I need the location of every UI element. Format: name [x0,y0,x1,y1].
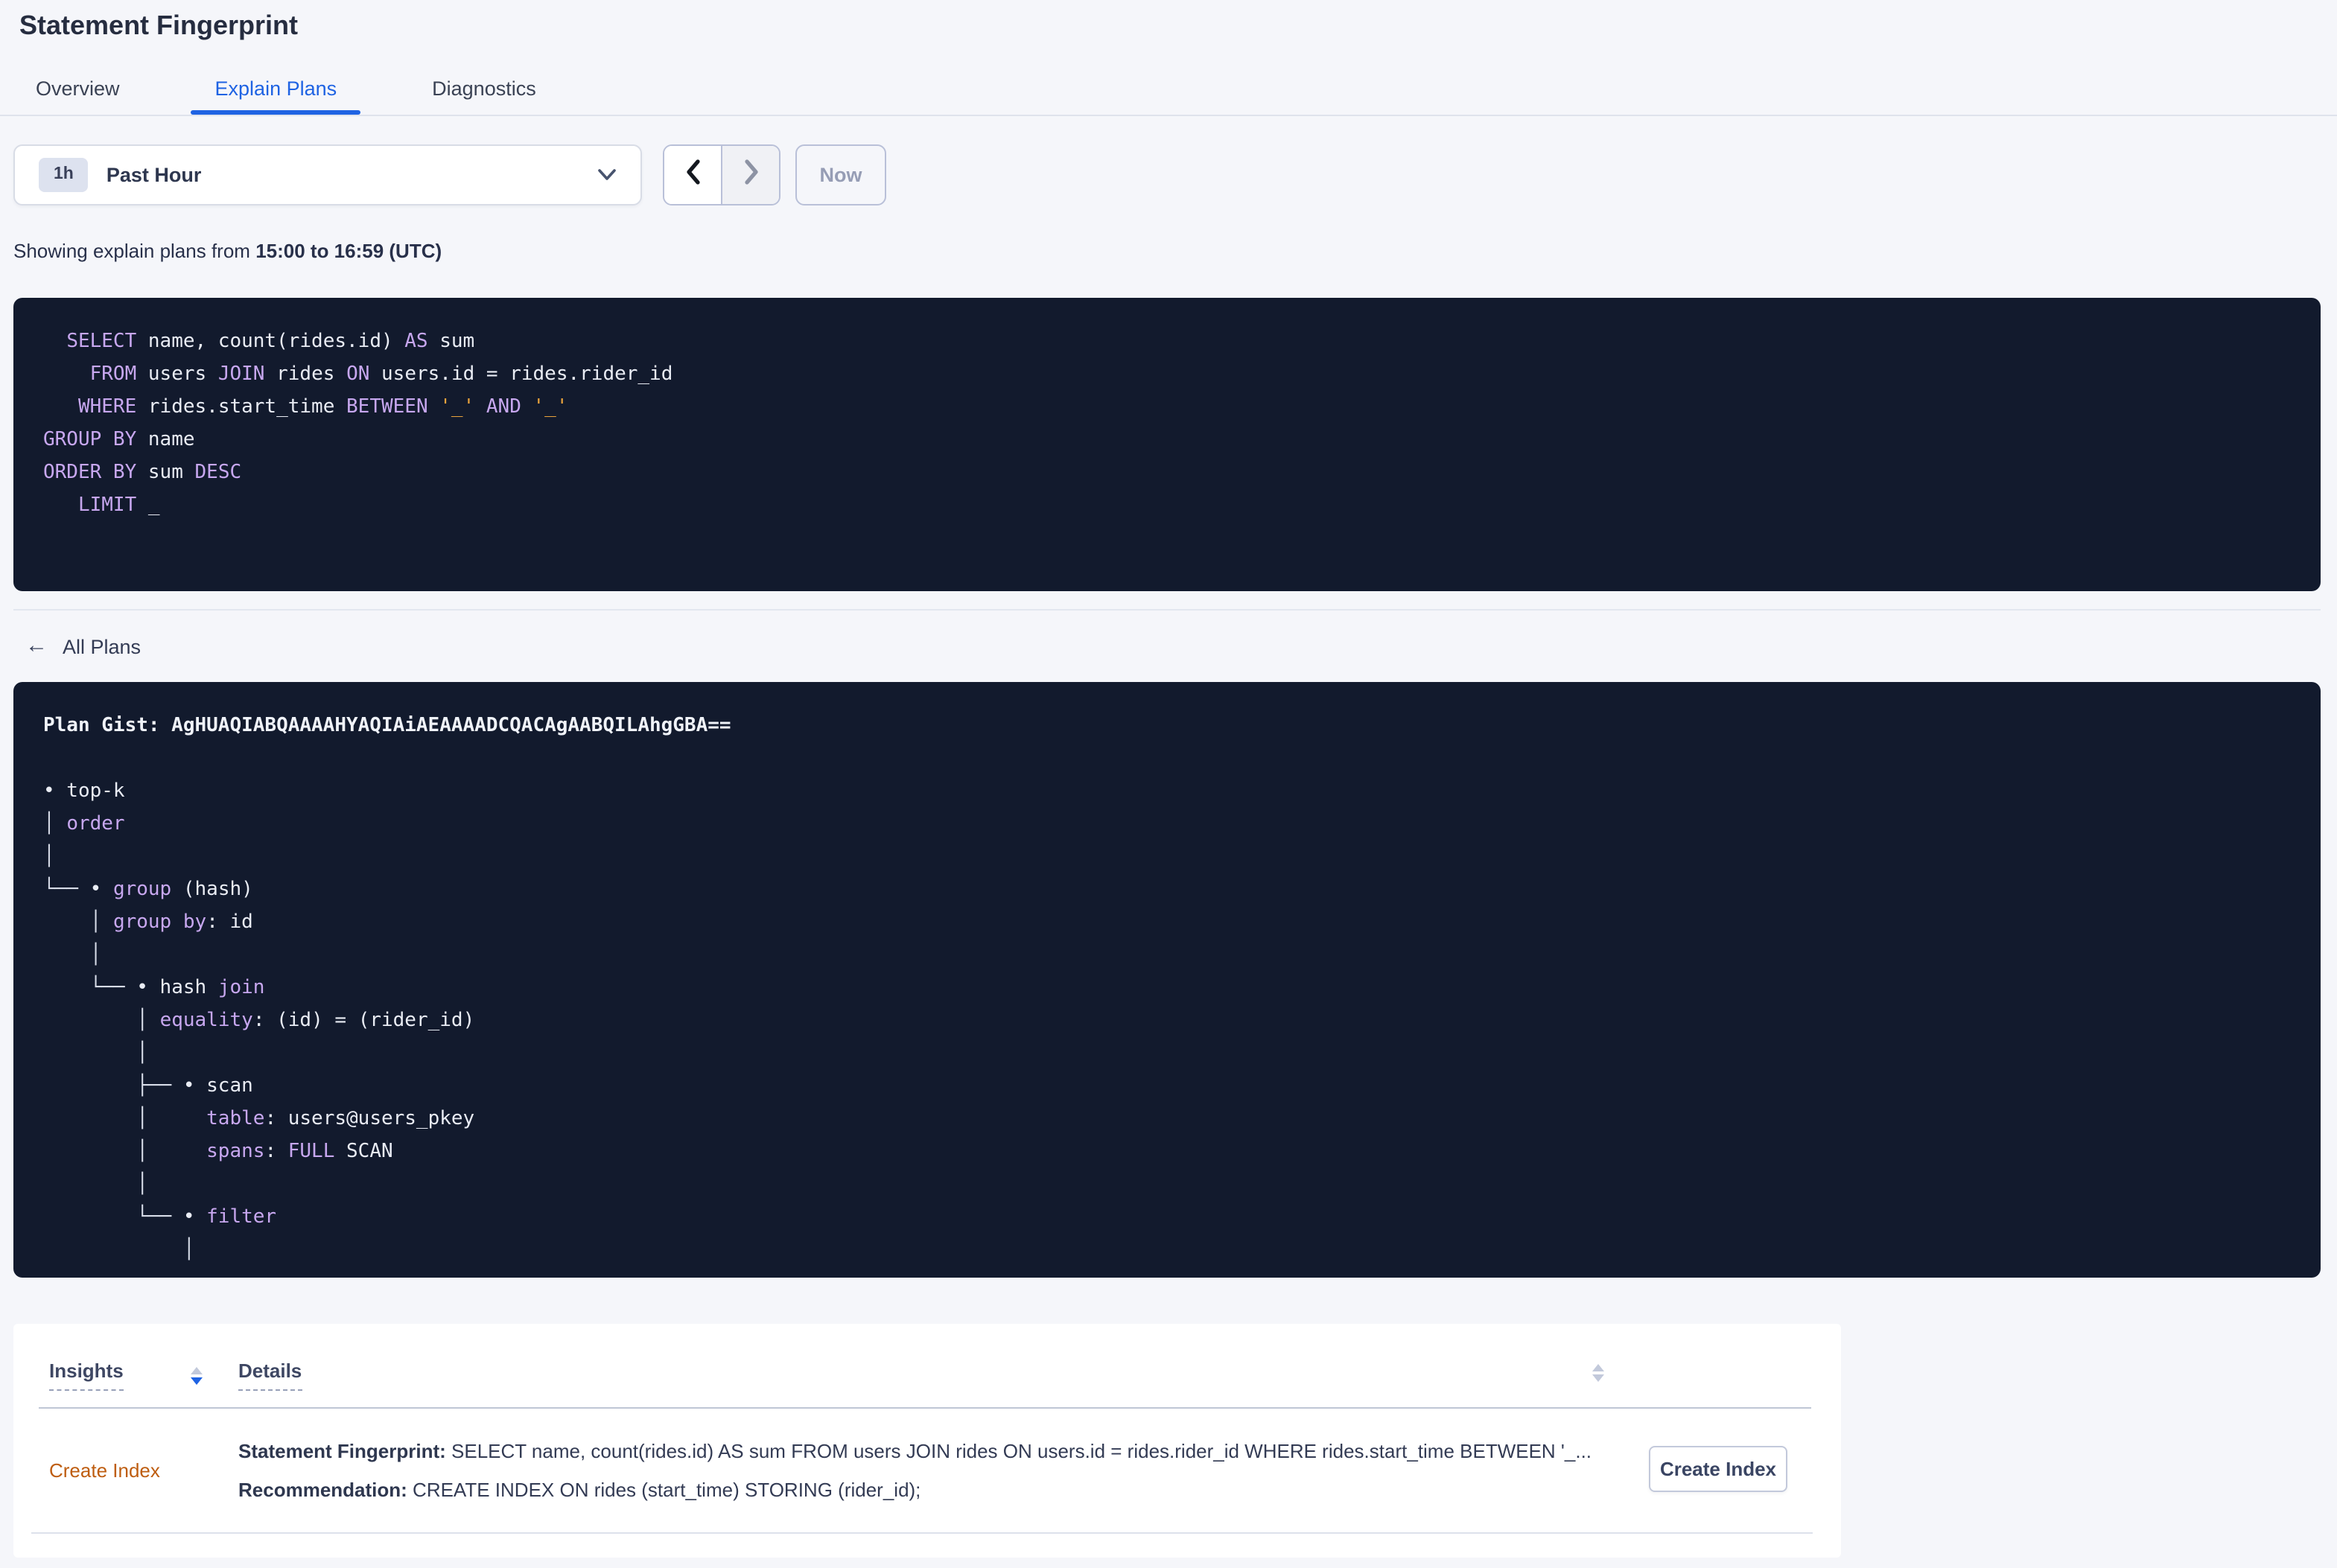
showing-range-text: Showing explain plans from 15:00 to 16:5… [13,240,2337,262]
triangle-up-icon [191,1367,203,1374]
time-range-label: Past Hour [106,164,202,186]
insight-type-link[interactable]: Create Index [49,1459,203,1482]
chevron-down-icon [597,162,617,188]
column-header-details-label: Details [238,1360,302,1391]
showing-range-bold: 15:00 to 16:59 (UTC) [255,240,442,262]
time-pager [663,144,780,205]
insights-sort-control[interactable] [191,1367,203,1385]
tab-overview[interactable]: Overview [12,68,144,115]
time-controls: 1h Past Hour Now [13,144,2337,205]
insights-table-header: Insights Details [13,1324,1841,1391]
interval-badge: 1h [39,158,89,192]
tab-overview-label: Overview [36,77,120,100]
triangle-up-icon [1592,1364,1604,1371]
previous-range-button[interactable] [664,146,722,204]
tab-diagnostics[interactable]: Diagnostics [408,68,560,115]
tab-bar: Overview Explain Plans Diagnostics [0,68,2337,116]
column-header-details[interactable]: Details [238,1360,302,1391]
all-plans-back-link[interactable]: ← All Plans [25,631,2337,661]
insights-card: Insights Details Create Index Statement … [13,1324,1841,1558]
all-plans-label: All Plans [63,635,142,657]
tab-diagnostics-label: Diagnostics [432,77,536,100]
create-index-button[interactable]: Create Index [1649,1446,1787,1492]
next-range-button[interactable] [722,146,779,204]
triangle-down-icon [1592,1374,1604,1382]
details-sort-control[interactable] [1592,1364,1604,1382]
insight-details-cell: Statement Fingerprint: SELECT name, coun… [238,1439,1592,1500]
page-title: Statement Fingerprint [19,10,299,40]
section-divider [13,609,2321,611]
chevron-left-icon [684,159,701,191]
active-tab-underline [191,110,361,115]
arrow-left-icon: ← [25,633,48,658]
chevron-right-icon [743,159,759,191]
time-range-dropdown[interactable]: 1h Past Hour [13,144,642,205]
table-row-divider [31,1532,1813,1534]
triangle-down-icon [191,1377,203,1385]
statement-fingerprint-page: Statement Fingerprint Overview Explain P… [0,0,2337,1568]
tab-explain-plans[interactable]: Explain Plans [191,68,361,115]
now-button[interactable]: Now [795,144,886,205]
sql-statement-block: SELECT name, count(rides.id) AS sum FROM… [13,298,2321,591]
table-row: Create Index Statement Fingerprint: SELE… [13,1409,1841,1532]
column-header-insights[interactable]: Insights [49,1360,203,1391]
plan-gist-block: Plan Gist: AgHUAQIABQAAAAHYAQIAiAEAAAADC… [13,682,2321,1278]
tab-explain-plans-label: Explain Plans [214,77,337,100]
showing-range-prefix: Showing explain plans from [13,240,256,262]
column-header-insights-label: Insights [49,1360,124,1391]
